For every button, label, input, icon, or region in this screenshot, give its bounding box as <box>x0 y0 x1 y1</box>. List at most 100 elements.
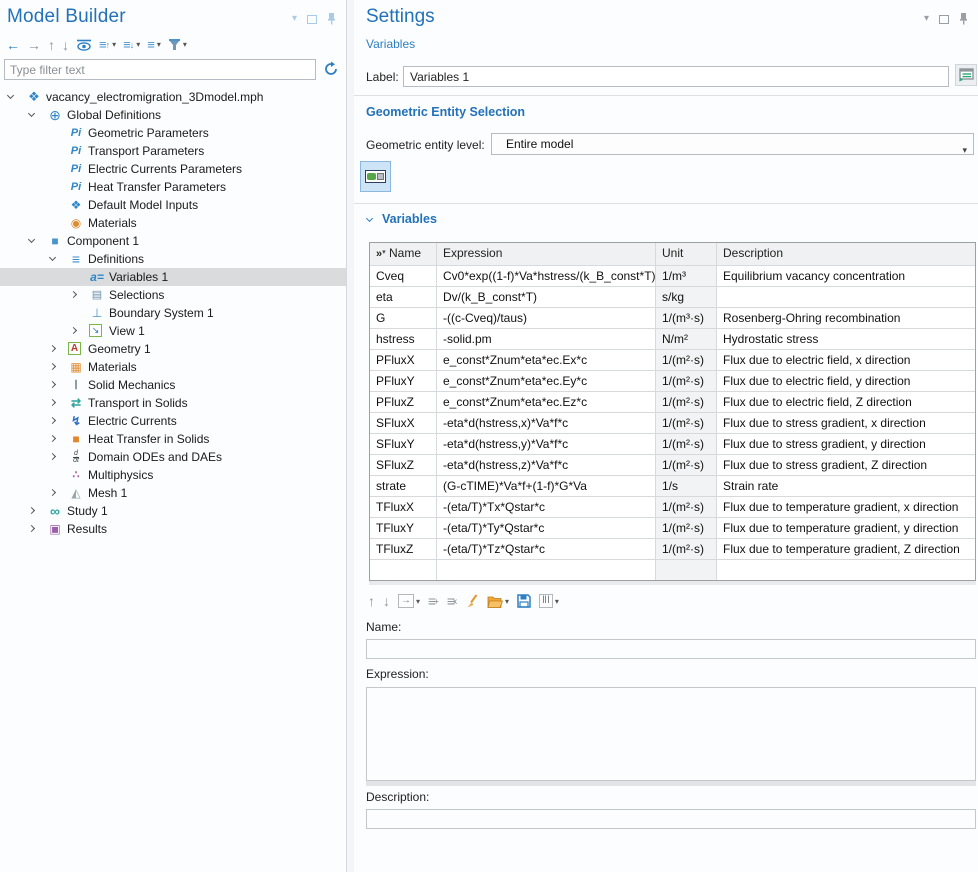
active-toggle-button[interactable] <box>360 161 391 192</box>
var-expression-cell[interactable]: e_const*Znum*eta*ec.Ez*c <box>436 392 655 412</box>
var-description-cell[interactable]: Flux due to stress gradient, y direction <box>716 434 975 454</box>
var-expression-cell[interactable]: e_const*Znum*eta*ec.Ex*c <box>436 350 655 370</box>
chevron-right-icon[interactable] <box>28 507 35 514</box>
description-input[interactable] <box>366 809 976 829</box>
var-description-cell[interactable]: Equilibrium vacancy concentration <box>716 266 975 286</box>
panel-menu-dropdown-icon[interactable]: ▾ <box>924 14 929 24</box>
var-description-cell[interactable]: Flux due to stress gradient, Z direction <box>716 455 975 475</box>
var-expression-cell[interactable]: -eta*d(hstress,z)*Va*f*c <box>436 455 655 475</box>
expression-hscroll-strip[interactable] <box>366 781 976 786</box>
var-unit-cell[interactable]: 1/(m²·s) <box>655 539 716 559</box>
var-name-cell[interactable]: eta <box>370 287 436 307</box>
tree-item-study-1[interactable]: ∞Study 1 <box>0 502 346 520</box>
collapse-all-icon[interactable]: ≡↓▾ <box>123 37 140 53</box>
back-icon[interactable]: ← <box>6 37 20 53</box>
chevron-right-icon[interactable] <box>49 381 56 388</box>
var-name-cell[interactable]: PFluxZ <box>370 392 436 412</box>
var-expression-cell[interactable]: Cv0*exp((1-f)*Va*hstress/(k_B_const*T)) <box>436 266 655 286</box>
tree-item-definitions[interactable]: ≡Definitions <box>0 250 346 268</box>
tree-item-electric-currents[interactable]: ↯Electric Currents <box>0 412 346 430</box>
chevron-down-icon[interactable] <box>28 110 35 117</box>
var-unit-cell[interactable] <box>655 560 716 580</box>
table-hscroll-strip[interactable] <box>369 581 976 585</box>
chevron-down-icon[interactable] <box>28 236 35 243</box>
delete-row-icon[interactable]: ≡x <box>447 593 457 609</box>
clear-table-icon[interactable] <box>465 594 479 609</box>
var-unit-cell[interactable]: 1/(m²·s) <box>655 434 716 454</box>
tree-item-variables-1[interactable]: a=Variables 1 <box>0 268 346 286</box>
rename-tag-button[interactable] <box>955 64 977 86</box>
var-name-cell[interactable]: SFluxX <box>370 413 436 433</box>
move-down-icon[interactable]: ↓ <box>62 37 69 53</box>
var-unit-cell[interactable]: 1/(m²·s) <box>655 392 716 412</box>
tree-item-view-1[interactable]: ↘View 1 <box>0 322 346 340</box>
show-icon[interactable] <box>76 39 92 51</box>
var-name-cell[interactable]: SFluxZ <box>370 455 436 475</box>
var-expression-cell[interactable]: e_const*Znum*eta*ec.Ey*c <box>436 371 655 391</box>
var-description-cell[interactable]: Hydrostatic stress <box>716 329 975 349</box>
float-panel-icon[interactable] <box>939 15 949 24</box>
tree-filter-input[interactable] <box>4 59 316 80</box>
var-description-cell[interactable] <box>716 560 975 580</box>
var-name-cell[interactable] <box>370 560 436 580</box>
move-up-icon[interactable]: ↑ <box>48 37 55 53</box>
var-name-cell[interactable]: hstress <box>370 329 436 349</box>
var-description-cell[interactable]: Flux due to electric field, Z direction <box>716 392 975 412</box>
var-unit-cell[interactable]: 1/m³ <box>655 266 716 286</box>
show-all-columns-icon[interactable]: » <box>376 248 381 260</box>
var-name-cell[interactable]: TFluxY <box>370 518 436 538</box>
tree-item-transport-parameters[interactable]: PiTransport Parameters <box>0 142 346 160</box>
variables-section-collapse-icon[interactable] <box>366 215 373 222</box>
filter-icon[interactable]: ▾ <box>168 37 187 53</box>
var-description-cell[interactable]: Flux due to electric field, y direction <box>716 371 975 391</box>
label-input[interactable] <box>403 66 949 87</box>
chevron-right-icon[interactable] <box>49 435 56 442</box>
var-name-cell[interactable]: G <box>370 308 436 328</box>
var-unit-cell[interactable]: 1/s <box>655 476 716 496</box>
var-description-cell[interactable]: Flux due to temperature gradient, y dire… <box>716 518 975 538</box>
var-name-cell[interactable]: SFluxY <box>370 434 436 454</box>
var-description-cell[interactable]: Strain rate <box>716 476 975 496</box>
move-up-icon[interactable]: ↑ <box>368 593 375 609</box>
tree-item-materials[interactable]: ◉Materials <box>0 214 346 232</box>
chevron-right-icon[interactable] <box>49 399 56 406</box>
tree-item-geometric-parameters[interactable]: PiGeometric Parameters <box>0 124 346 142</box>
tree-item-boundary-system-1[interactable]: ⊥Boundary System 1 <box>0 304 346 322</box>
tree-item-transport-in-solids[interactable]: ⇄Transport in Solids <box>0 394 346 412</box>
var-unit-cell[interactable]: 1/(m²·s) <box>655 413 716 433</box>
var-unit-cell[interactable]: 1/(m³·s) <box>655 308 716 328</box>
tree-item-component-1[interactable]: ■Component 1 <box>0 232 346 250</box>
var-expression-cell[interactable]: -solid.pm <box>436 329 655 349</box>
tree-item-electric-currents-parameters[interactable]: PiElectric Currents Parameters <box>0 160 346 178</box>
chevron-right-icon[interactable] <box>49 345 56 352</box>
var-description-cell[interactable] <box>716 287 975 307</box>
var-unit-cell[interactable]: s/kg <box>655 287 716 307</box>
panel-menu-dropdown-icon[interactable]: ▾ <box>292 14 297 24</box>
var-unit-cell[interactable]: 1/(m²·s) <box>655 371 716 391</box>
var-unit-cell[interactable]: 1/(m²·s) <box>655 497 716 517</box>
var-name-cell[interactable]: strate <box>370 476 436 496</box>
var-name-cell[interactable]: Cveq <box>370 266 436 286</box>
chevron-right-icon[interactable] <box>49 417 56 424</box>
variables-section-header[interactable]: Variables <box>382 212 437 226</box>
geometric-entity-level-select[interactable]: Entire model ▾ <box>491 133 974 155</box>
var-name-cell[interactable]: PFluxY <box>370 371 436 391</box>
var-expression-cell[interactable]: -((c-Cveq)/taus) <box>436 308 655 328</box>
var-name-cell[interactable]: PFluxX <box>370 350 436 370</box>
forward-icon[interactable]: → <box>27 37 41 53</box>
var-name-cell[interactable]: TFluxX <box>370 497 436 517</box>
tree-item-multiphysics[interactable]: ∴Multiphysics <box>0 466 346 484</box>
var-name-cell[interactable]: TFluxZ <box>370 539 436 559</box>
var-expression-cell[interactable]: -eta*d(hstress,x)*Va*f*c <box>436 413 655 433</box>
var-description-cell[interactable]: Rosenberg-Ohring recombination <box>716 308 975 328</box>
var-unit-cell[interactable]: 1/(m²·s) <box>655 518 716 538</box>
pin-icon[interactable] <box>959 13 968 25</box>
table-settings-icon[interactable]: ⅡⅠ▾ <box>539 594 559 608</box>
add-row-icon[interactable]: ≡+ <box>428 593 439 609</box>
var-expression-cell[interactable]: -eta*d(hstress,y)*Va*f*c <box>436 434 655 454</box>
expand-all-icon[interactable]: ≡↑▾ <box>99 37 116 53</box>
pin-icon[interactable] <box>327 13 336 25</box>
var-description-cell[interactable]: Flux due to electric field, x direction <box>716 350 975 370</box>
load-file-icon[interactable]: ▾ <box>487 595 509 608</box>
tree-item-solid-mechanics[interactable]: ⅠSolid Mechanics <box>0 376 346 394</box>
